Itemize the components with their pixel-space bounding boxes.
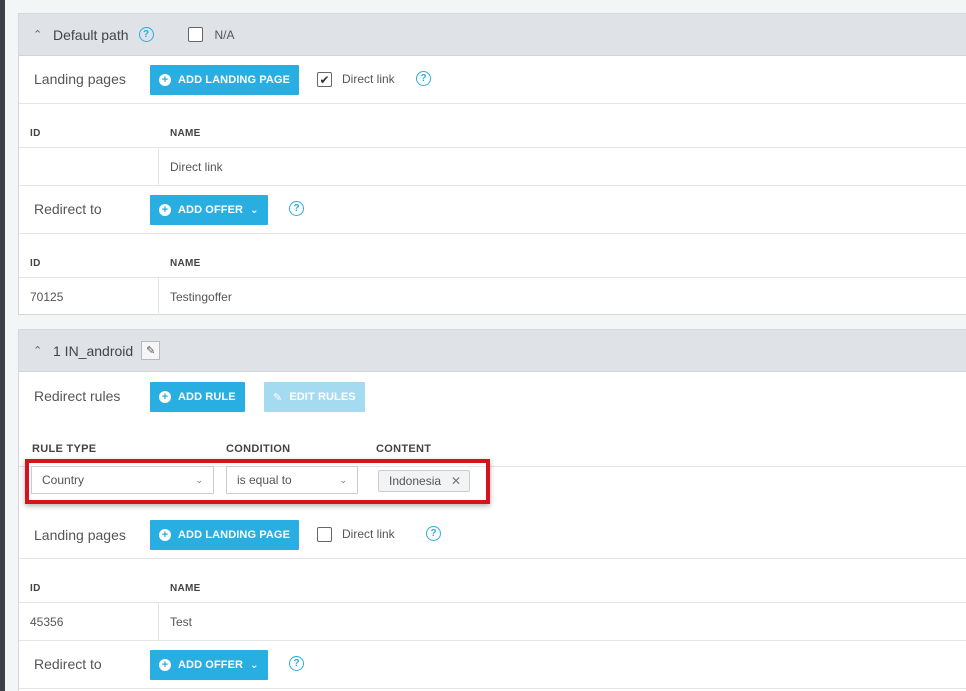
direct-link-checkbox[interactable]: [317, 527, 332, 542]
redirect-rules-label: Redirect rules: [34, 388, 121, 404]
default-path-header[interactable]: ⌃ Default path ? N/A: [19, 14, 966, 56]
direct-link-label: Direct link: [342, 72, 395, 86]
offer-row-name: Testingoffer: [170, 290, 232, 304]
question-circle-icon[interactable]: ?: [289, 201, 304, 216]
question-circle-icon[interactable]: ?: [426, 526, 441, 541]
landing-row-name: Test: [170, 615, 193, 629]
chevron-up-icon[interactable]: ⌃: [33, 344, 53, 357]
cell-divider: [158, 602, 159, 640]
divider: [19, 558, 966, 559]
in-android-panel: ⌃ 1 IN_android ✎ Redirect rules + ADD RU…: [18, 329, 966, 691]
add-offer-button[interactable]: + ADD OFFER ⌄: [150, 650, 268, 680]
chevron-down-icon: ⌄: [250, 204, 259, 216]
direct-link-checkbox[interactable]: ✔: [317, 72, 332, 87]
plus-circle-icon: +: [159, 74, 171, 86]
add-landing-page-button[interactable]: + ADD LANDING PAGE: [150, 65, 300, 95]
edit-rules-button[interactable]: ✎ EDIT RULES: [264, 382, 365, 412]
redirect-to-label: Redirect to: [34, 656, 102, 672]
section-title: 1 IN_android: [53, 342, 134, 359]
column-header-name: NAME: [170, 128, 201, 139]
question-circle-icon[interactable]: ?: [416, 71, 431, 86]
cell-divider: [158, 147, 159, 185]
divider: [19, 277, 966, 278]
add-landing-page-button[interactable]: + ADD LANDING PAGE: [150, 520, 300, 550]
column-header-name: NAME: [170, 258, 201, 269]
add-rule-label: ADD RULE: [178, 391, 236, 403]
landing-row-name: Direct link: [170, 160, 223, 174]
divider: [19, 103, 966, 104]
direct-link-label: Direct link: [342, 527, 395, 541]
column-header-id: ID: [30, 128, 41, 139]
pencil-icon: ✎: [273, 391, 283, 404]
section-title: Default path: [53, 26, 129, 43]
add-offer-label: ADD OFFER: [178, 204, 244, 216]
in-android-header[interactable]: ⌃ 1 IN_android ✎: [19, 330, 966, 372]
column-header-id: ID: [30, 258, 41, 269]
question-circle-icon[interactable]: ?: [138, 27, 154, 42]
plus-circle-icon: +: [159, 391, 171, 403]
left-edge-bar: [0, 0, 5, 691]
na-checkbox[interactable]: [187, 27, 203, 42]
plus-circle-icon: +: [159, 529, 171, 541]
column-header-condition: CONDITION: [226, 443, 291, 455]
question-circle-icon[interactable]: ?: [289, 656, 304, 671]
add-offer-label: ADD OFFER: [178, 659, 244, 671]
edit-rules-label: EDIT RULES: [289, 391, 356, 403]
divider: [19, 602, 966, 603]
landing-row-id: 45356: [30, 615, 64, 629]
divider: [19, 147, 966, 148]
add-landing-page-label: ADD LANDING PAGE: [178, 529, 291, 541]
landing-pages-label: Landing pages: [34, 527, 126, 543]
divider: [19, 185, 966, 186]
column-header-id: ID: [30, 583, 41, 594]
column-header-name: NAME: [170, 583, 201, 594]
chevron-up-icon[interactable]: ⌃: [33, 28, 53, 41]
highlight-box: [25, 459, 490, 504]
landing-pages-label: Landing pages: [34, 71, 126, 87]
add-landing-page-label: ADD LANDING PAGE: [178, 74, 291, 86]
cell-divider: [158, 277, 159, 315]
add-offer-button[interactable]: + ADD OFFER ⌄: [150, 195, 268, 225]
column-header-rule-type: RULE TYPE: [32, 443, 97, 455]
divider: [19, 233, 966, 234]
redirect-to-label: Redirect to: [34, 201, 102, 217]
divider: [19, 640, 966, 641]
na-label: N/A: [214, 27, 235, 42]
pencil-icon[interactable]: ✎: [141, 341, 161, 360]
default-path-panel: ⌃ Default path ? N/A Landing pages + ADD…: [18, 13, 966, 315]
chevron-down-icon: ⌄: [250, 659, 259, 671]
plus-circle-icon: +: [159, 204, 171, 216]
add-rule-button[interactable]: + ADD RULE: [150, 382, 245, 412]
column-header-content: CONTENT: [376, 443, 432, 455]
offer-row-id: 70125: [30, 290, 64, 304]
divider: [19, 688, 966, 689]
plus-circle-icon: +: [159, 659, 171, 671]
